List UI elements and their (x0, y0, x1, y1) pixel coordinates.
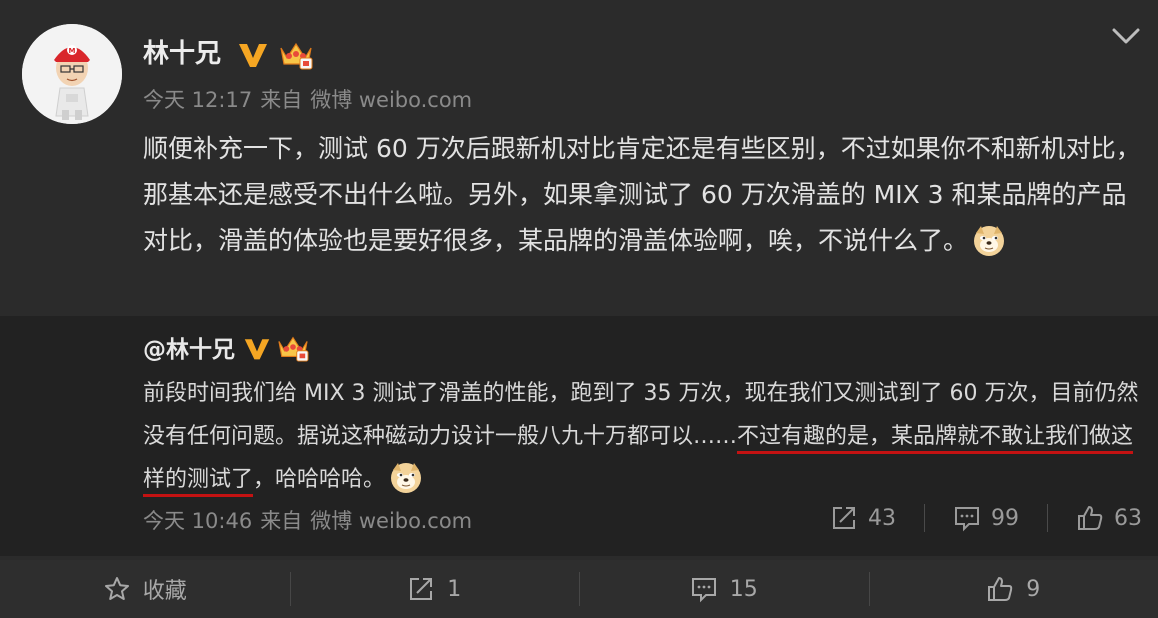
share-icon (833, 507, 855, 529)
favorite-button[interactable]: 收藏 (0, 560, 290, 618)
repost-stats: 43 99 63 (830, 504, 1142, 532)
post-meta: 今天 12:17 来自 微博 weibo.com (143, 86, 480, 114)
repost-count: 1 (447, 576, 462, 602)
repost-author-name[interactable]: @林十兄 (143, 337, 235, 363)
repost-time[interactable]: 今天 10:46 (143, 509, 252, 533)
doge-emoji-icon (972, 223, 1006, 257)
action-bar: 收藏 1 15 9 (0, 560, 1158, 618)
repost-share-stat[interactable]: 43 (830, 504, 896, 532)
star-icon (104, 577, 129, 600)
repost-button[interactable]: 1 (289, 560, 580, 618)
share-icon (410, 578, 433, 600)
source-prefix: 来自 (260, 88, 303, 112)
like-count: 9 (1026, 576, 1041, 602)
repost-share-count: 43 (868, 505, 896, 531)
comment-count: 15 (729, 576, 758, 602)
comment-icon (955, 507, 979, 532)
thumbs-up-icon (1078, 506, 1103, 530)
post-time[interactable]: 今天 12:17 (143, 88, 252, 112)
svg-text:M: M (69, 47, 76, 55)
author-name[interactable]: 林十兄 (143, 36, 221, 72)
crown-member-icon[interactable] (278, 38, 314, 70)
thumbs-up-icon (988, 577, 1013, 601)
divider (924, 504, 925, 532)
repost-author: @林十兄 (143, 334, 235, 366)
repost-meta: 今天 10:46 来自 微博 weibo.com (143, 506, 480, 536)
post-source[interactable]: 微博 weibo.com (310, 88, 472, 112)
repost-text-after: ，哈哈哈哈。 (253, 467, 386, 492)
like-button[interactable]: 9 (868, 560, 1158, 618)
post-body: 顺便补充一下，测试 60 万次后跟新机对比肯定还是有些区别，不过如果你不和新机对… (143, 126, 1143, 264)
chevron-down-icon[interactable] (1110, 22, 1142, 50)
comment-button[interactable]: 15 (579, 560, 869, 618)
repost-source[interactable]: 微博 weibo.com (310, 509, 472, 533)
verified-v-icon (236, 38, 270, 70)
avatar[interactable]: M (22, 24, 122, 124)
verified-v-icon (242, 334, 272, 362)
repost-comment-stat[interactable]: 99 (953, 504, 1019, 532)
repost-source-prefix: 来自 (260, 509, 303, 533)
weibo-post-card: M 林十兄 今天 12:17 来自 微博 weibo.com 顺便补充一下，测试… (0, 0, 1158, 558)
favorite-label: 收藏 (142, 579, 187, 604)
repost-comment-count: 99 (991, 505, 1019, 531)
repost-like-count: 63 (1114, 505, 1142, 531)
comment-icon (691, 578, 716, 603)
repost-like-stat[interactable]: 63 (1076, 504, 1142, 532)
doge-emoji-icon (389, 460, 423, 494)
reposted-weibo[interactable]: @林十兄 前段时间我们给 MIX 3 测试了滑盖的性能，跑到了 35 万次，现在… (0, 316, 1158, 556)
crown-member-icon[interactable] (276, 332, 310, 362)
repost-body: 前段时间我们给 MIX 3 测试了滑盖的性能，跑到了 35 万次，现在我们又测试… (143, 372, 1143, 501)
divider (1047, 504, 1048, 532)
